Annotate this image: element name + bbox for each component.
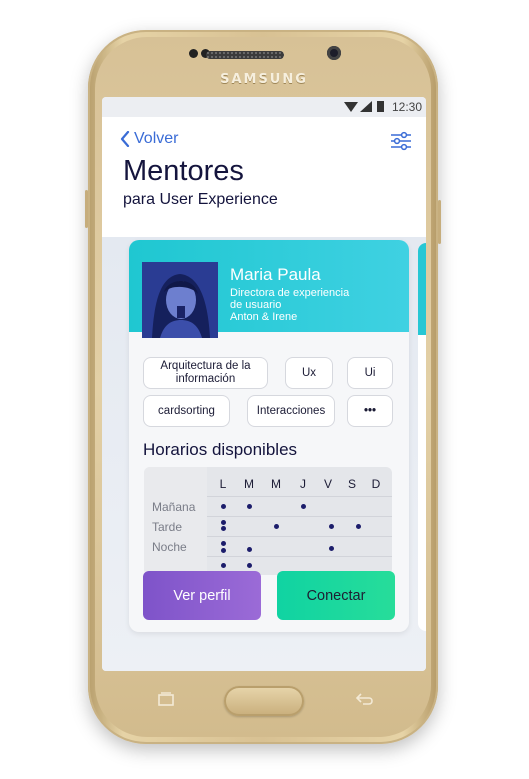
view-profile-button[interactable]: Ver perfil [143,571,261,620]
front-camera [327,46,341,60]
tag-ux[interactable]: Ux [285,357,333,389]
availability-dot [274,524,279,529]
mentor-name: Maria Paula [230,265,321,284]
availability-dot [301,504,306,509]
availability-dot [356,524,361,529]
availability-dot [221,504,226,509]
page-title: Mentores [123,155,244,187]
connect-button[interactable]: Conectar [277,571,395,620]
slot-label-noche: Noche [152,540,187,554]
availability-dot [247,504,252,509]
tag-interacciones[interactable]: Interacciones [247,395,335,427]
grid-line [207,516,392,517]
next-mentor-card[interactable] [418,243,426,631]
schedule-title: Horarios disponibles [143,440,298,459]
day-label-m2: M [271,477,281,491]
filter-settings-icon[interactable] [390,131,412,151]
signal-icon [344,101,384,112]
mentor-company: Anton & Irene [230,311,298,323]
back-button[interactable]: Volver [120,130,178,148]
schedule-grid: L M M J V S D Mañana Tarde Noche [144,467,392,575]
screen: 12:30 Volver Mentores para User Experien… [102,97,426,671]
day-label-l: L [219,477,227,491]
mentor-carousel[interactable]: Maria Paula Directora de experiencia de … [102,237,426,671]
page-subtitle: para User Experience [123,191,278,208]
slot-label-manana: Mañana [152,500,196,514]
page-header: Volver Mentores para User Experience [102,117,426,237]
grid-line [207,536,392,537]
chevron-left-icon [120,131,130,147]
status-time: 12:30 [391,100,422,114]
recent-apps-icon[interactable] [158,692,174,706]
mentor-role-line1: Directora de experiencia [230,287,350,299]
availability-dot [221,526,226,531]
mentor-role-line2: de usuario [230,299,282,311]
avatar [142,262,218,338]
availability-dot [221,541,226,546]
day-label-v: V [323,477,332,491]
tag-ui[interactable]: Ui [347,357,393,389]
mentor-role: Directora de experiencia de usuario Anto… [230,287,400,323]
availability-dot [247,547,252,552]
skill-tags: Arquitectura de la información Ux Ui car… [143,357,399,429]
device-brand: SAMSUNG [220,72,308,87]
power-button [438,200,441,244]
earpiece-speaker [206,51,284,59]
back-arrow-icon[interactable] [355,692,375,706]
grid-line [207,496,392,497]
mentor-photo [142,262,218,338]
volume-button [85,190,88,228]
day-label-j: J [300,477,306,491]
tag-arquitectura[interactable]: Arquitectura de la información [143,357,268,389]
status-bar: 12:30 [102,97,426,117]
availability-dot [329,546,334,551]
proximity-sensor [189,49,198,58]
slot-label-tarde: Tarde [152,520,183,534]
availability-dot [221,520,226,525]
availability-dot [329,524,334,529]
tag-cardsorting[interactable]: cardsorting [143,395,230,427]
day-label-m1: M [244,477,254,491]
day-label-s: S [347,477,356,491]
day-label-d: D [371,477,381,491]
mentor-card: Maria Paula Directora de experiencia de … [129,240,409,632]
availability-dot [221,548,226,553]
availability-dot [221,563,226,568]
more-tags-button[interactable]: ••• [347,395,393,427]
grid-line [207,556,392,557]
home-button[interactable] [224,686,304,716]
back-label: Volver [134,130,179,147]
availability-dot [247,563,252,568]
